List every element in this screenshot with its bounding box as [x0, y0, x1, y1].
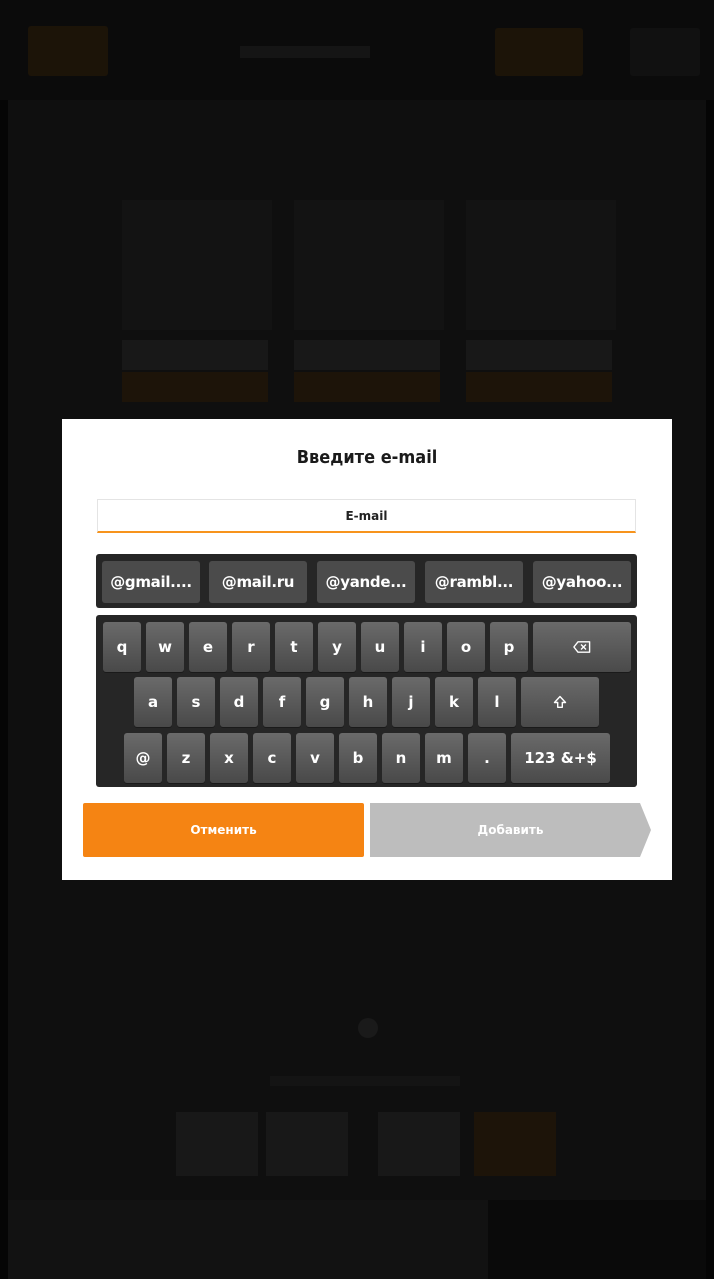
background-card — [122, 200, 272, 330]
email-dialog: Введите e-mail @gmail.... @mail.ru @yand… — [62, 419, 672, 880]
background-text-line — [270, 1076, 460, 1086]
key-x[interactable]: x — [210, 733, 248, 783]
background-digit-box — [266, 1112, 348, 1176]
key-l[interactable]: l — [478, 677, 516, 727]
key-y[interactable]: y — [318, 622, 356, 672]
key-s[interactable]: s — [177, 677, 215, 727]
shift-icon — [553, 695, 567, 708]
background-digit-box-active — [474, 1112, 556, 1176]
suggestion-mailru[interactable]: @mail.ru — [209, 561, 307, 603]
key-period[interactable]: . — [468, 733, 506, 783]
suggestion-gmail[interactable]: @gmail.... — [102, 561, 200, 603]
cancel-button[interactable]: Отменить — [83, 803, 364, 857]
key-i[interactable]: i — [404, 622, 442, 672]
domain-suggestion-bar: @gmail.... @mail.ru @yande... @rambl... … — [96, 554, 637, 608]
key-p[interactable]: p — [490, 622, 528, 672]
key-d[interactable]: d — [220, 677, 258, 727]
email-field[interactable] — [97, 499, 636, 533]
key-v[interactable]: v — [296, 733, 334, 783]
email-input[interactable] — [98, 500, 635, 531]
on-screen-keyboard: q w e r t y u i o p a s d f g h j k l @ … — [96, 615, 637, 787]
key-q[interactable]: q — [103, 622, 141, 672]
key-u[interactable]: u — [361, 622, 399, 672]
key-z[interactable]: z — [167, 733, 205, 783]
background-digit-box — [176, 1112, 258, 1176]
background-card-button — [294, 340, 440, 370]
background-header-button-left — [28, 26, 108, 76]
key-a[interactable]: a — [134, 677, 172, 727]
key-j[interactable]: j — [392, 677, 430, 727]
key-w[interactable]: w — [146, 622, 184, 672]
background-card-bar — [466, 372, 612, 402]
mode-switch-key[interactable]: 123 &+$ — [511, 733, 610, 783]
background-dot — [358, 1018, 378, 1038]
background-card-button — [466, 340, 612, 370]
background-card — [466, 200, 616, 330]
key-b[interactable]: b — [339, 733, 377, 783]
key-r[interactable]: r — [232, 622, 270, 672]
backspace-key[interactable] — [533, 622, 631, 672]
key-g[interactable]: g — [306, 677, 344, 727]
key-c[interactable]: c — [253, 733, 291, 783]
background-digit-box — [378, 1112, 460, 1176]
key-f[interactable]: f — [263, 677, 301, 727]
background-card-button — [122, 340, 268, 370]
key-h[interactable]: h — [349, 677, 387, 727]
key-k[interactable]: k — [435, 677, 473, 727]
background-header-button-right — [495, 28, 583, 76]
key-o[interactable]: o — [447, 622, 485, 672]
key-t[interactable]: t — [275, 622, 313, 672]
background-header-button-far-right — [630, 28, 700, 76]
background-header-title — [240, 46, 370, 58]
background-card — [294, 200, 444, 330]
key-n[interactable]: n — [382, 733, 420, 783]
background-footer-left — [8, 1200, 488, 1279]
suggestion-rambler[interactable]: @rambl... — [425, 561, 523, 603]
suggestion-yandex[interactable]: @yande... — [317, 561, 415, 603]
background-card-bar — [122, 372, 268, 402]
key-e[interactable]: e — [189, 622, 227, 672]
background-card-bar — [294, 372, 440, 402]
backspace-icon — [573, 641, 591, 653]
shift-key[interactable] — [521, 677, 599, 727]
add-button-label: Добавить — [477, 823, 544, 837]
key-at[interactable]: @ — [124, 733, 162, 783]
key-m[interactable]: m — [425, 733, 463, 783]
suggestion-yahoo[interactable]: @yahoo... — [533, 561, 631, 603]
dialog-title: Введите e-mail — [296, 447, 438, 468]
add-button[interactable]: Добавить — [370, 803, 651, 857]
